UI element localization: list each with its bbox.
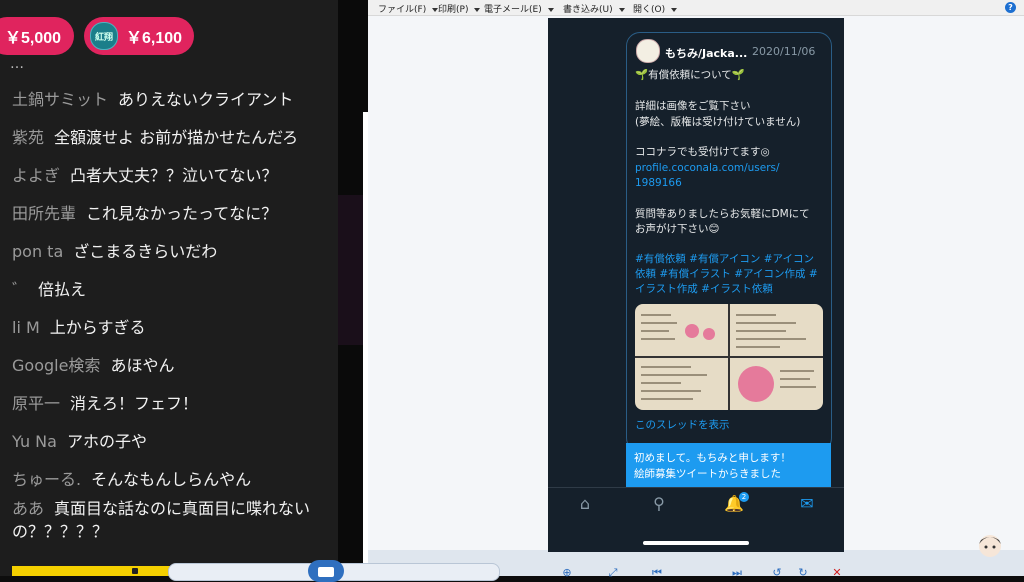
home-indicator [643, 541, 749, 545]
chat-author[interactable]: ゛ [12, 280, 28, 299]
menu-open[interactable]: 開く(O) [633, 2, 678, 15]
chat-author[interactable]: li M [12, 318, 40, 337]
chat-author[interactable]: pon ta [12, 242, 63, 261]
chat-message: li M 上からすぎる [12, 314, 145, 338]
chat-author[interactable]: ああ [12, 499, 44, 518]
chat-author[interactable]: 紫苑 [12, 128, 44, 147]
chat-author[interactable]: 土鍋サミット [12, 90, 108, 109]
tweet-hashtags: 依頼 #有償イラスト #アイコン作成 # [635, 268, 818, 280]
tweet-text-line: 詳細は画像をご覧下さい [635, 100, 751, 112]
chat-text: これ見なかったってなに？ [86, 204, 278, 223]
menu-label: 開く(O) [633, 5, 666, 15]
superchat-avatar: 紅翔 [90, 22, 118, 50]
tweet-image-grid [635, 304, 823, 410]
tweet-hashtags: イラスト作成 #イラスト依頼 [635, 283, 773, 295]
superchat-amount: ￥6,100 [126, 30, 183, 47]
chat-author[interactable]: Yu Na [12, 432, 57, 451]
background-strip [338, 195, 363, 345]
menu-bar: ファイル(F) 印刷(P) 電子メール(E) 書き込み(U) 開く(O) ? [368, 0, 1024, 16]
dm-text-line: 絵師募集ツイートからきました [634, 468, 781, 480]
chat-author[interactable]: Google検索 [12, 356, 100, 375]
search-icon: ⚲ [653, 494, 665, 513]
chat-text: 凸者大丈夫？？泣いてない？ [70, 166, 278, 185]
chat-message: ゛倍払え [12, 276, 86, 300]
previous-icon[interactable]: ⏮ [646, 566, 668, 580]
chevron-down-icon [671, 7, 678, 12]
chat-author[interactable]: よよぎ [12, 166, 60, 185]
tweet-image [635, 358, 728, 410]
tweet-image [730, 358, 823, 410]
menu-email[interactable]: 電子メール(E) [484, 2, 554, 15]
tweet-text-line: ココナラでも受付けてます◎ [635, 146, 770, 158]
chat-author[interactable]: 田所先輩 [12, 204, 76, 223]
menu-label: 印刷(P) [438, 5, 469, 15]
tweet-text-line: 質問等ありましたらお気軽にDMにて [635, 208, 810, 220]
superchat-chip[interactable]: ￥5,000 [0, 17, 74, 55]
menu-label: ファイル(F) [378, 5, 427, 15]
actual-size-icon[interactable]: ⤢ [602, 566, 624, 580]
chat-text: 全額渡せよ お前が描かせたんだろ [54, 128, 299, 147]
rotate-left-icon[interactable]: ↺ [766, 566, 788, 580]
chat-text: あほやん [110, 356, 175, 375]
dollar-icon [132, 568, 138, 574]
menu-label: 書き込み(U) [563, 5, 613, 15]
superchat-amount: ￥5,000 [5, 30, 62, 47]
chat-message: pon ta ざこまるきらいだわ [12, 238, 217, 262]
dm-text-line: 初めまして。もちみと申します！ [634, 452, 791, 464]
zoom-icon[interactable]: ⊕ [556, 566, 578, 580]
chat-message: Google検索 あほやん [12, 352, 174, 376]
chat-message: ああ 真面目な話なのに真面目に喋れないの？？？？？ [12, 497, 317, 543]
tweet-hashtags: #有償依頼 #有償アイコン #アイコン [635, 253, 815, 265]
chat-text: そんなもんしらんやん [91, 470, 252, 489]
home-icon: ⌂ [579, 494, 591, 513]
superchat-chip[interactable]: 紅翔 ￥6,100 [84, 17, 194, 55]
chat-text: アホの子や [66, 432, 147, 451]
delete-icon[interactable]: ✕ [826, 566, 848, 580]
chat-message: 土鍋サミット ありえないクライアント [12, 86, 293, 110]
slideshow-button[interactable] [308, 560, 344, 582]
chat-message: ちゅーる. そんなもんしらんやん [12, 466, 251, 490]
chevron-down-icon [474, 7, 481, 12]
tweet-text-line: 🌱有償依頼について🌱 [635, 69, 745, 81]
tweet-link: profile.coconala.com/users/ [635, 162, 780, 174]
tweet-text-line: お声がけ下さい😊 [635, 223, 720, 235]
menu-print[interactable]: 印刷(P) [438, 2, 481, 15]
chat-text: 消えろ！フェフ！ [70, 394, 199, 413]
tweet-image [730, 304, 823, 356]
chat-message: 紫苑 全額渡せよ お前が描かせたんだろ [12, 124, 298, 148]
menu-file[interactable]: ファイル(F) [378, 2, 439, 15]
tweet-date: 2020/11/06 [752, 45, 816, 58]
tweet-text-line: (夢絵、版権は受け付けていません) [635, 116, 801, 128]
next-icon[interactable]: ⏭ [726, 566, 748, 580]
show-thread-link: このスレッドを表示 [635, 419, 730, 431]
chat-text: ざこまるきらいだわ [73, 242, 218, 261]
help-icon[interactable]: ? [1005, 2, 1016, 13]
chat-message: Yu Na アホの子や [12, 428, 147, 452]
menu-label: 電子メール(E) [484, 5, 542, 15]
chevron-down-icon [547, 7, 554, 12]
chat-text: 上からすぎる [49, 318, 146, 337]
live-chat-panel: ￥5,000 紅翔 ￥6,100 … 土鍋サミット ありえないクライアント 紫苑全… [0, 0, 338, 576]
rotate-right-icon[interactable]: ↻ [792, 566, 814, 580]
menu-burn[interactable]: 書き込み(U) [563, 2, 625, 15]
tweet-image [635, 304, 728, 356]
chat-message: よよぎ 凸者大丈夫？？泣いてない？ [12, 162, 278, 186]
mail-icon: ✉ [800, 494, 814, 513]
chat-text: 真面目な話なのに真面目に喋れないの？？？？？ [12, 499, 311, 541]
tweet-author-name: もちみ/Jacka... [665, 47, 748, 60]
streamer-avatar-icon [979, 535, 1001, 557]
chat-message: 原平一 消えろ！フェフ！ [12, 390, 198, 414]
chat-message: 田所先輩 これ見なかったってなに？ [12, 200, 277, 224]
chat-author[interactable]: 原平一 [12, 394, 60, 413]
avatar [636, 39, 660, 63]
tweet-link: 1989166 [635, 177, 682, 189]
chat-text: ありえないクライアント [118, 90, 294, 109]
cut-off-message: … [10, 56, 24, 72]
chat-text: 倍払え [38, 280, 87, 299]
notification-badge: 2 [739, 492, 749, 502]
chevron-down-icon [618, 7, 625, 12]
chat-author[interactable]: ちゅーる. [12, 470, 81, 489]
